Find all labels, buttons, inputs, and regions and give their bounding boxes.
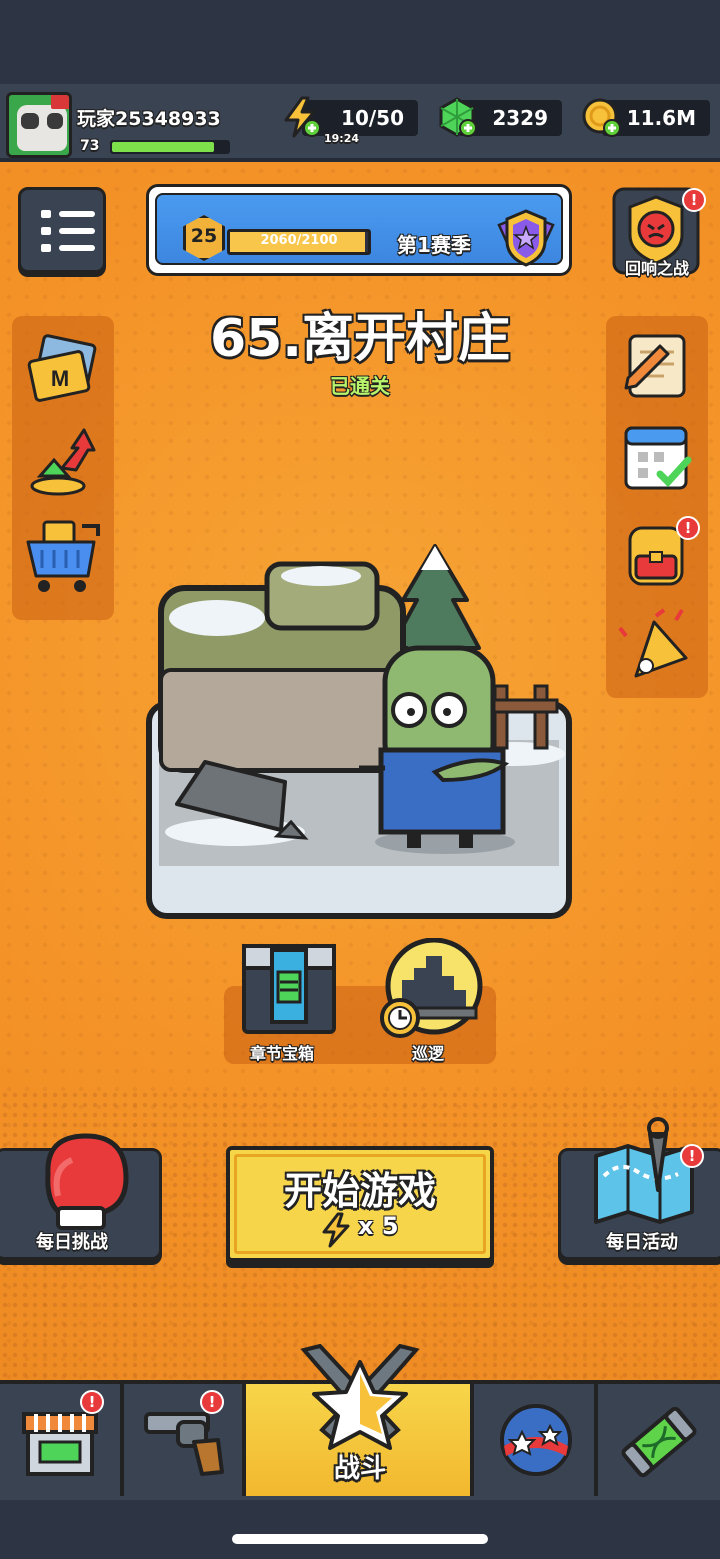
season-level: 25 [190, 225, 218, 247]
home-indicator[interactable] [232, 1534, 488, 1544]
cat-avatar-icon [17, 105, 67, 151]
calendar-check-icon[interactable] [616, 416, 698, 498]
star-shield-icon [497, 209, 555, 267]
nav-genes[interactable] [598, 1384, 720, 1496]
patrol-label: 巡逻 [412, 1044, 445, 1063]
dna-capsule-icon [621, 1406, 697, 1478]
chapter-chest-label: 章节宝箱 [250, 1044, 315, 1063]
stage-scene[interactable] [145, 540, 573, 920]
nav-weapons[interactable] [124, 1384, 246, 1496]
patrol-icon[interactable] [378, 938, 486, 1040]
echo-battle-badge: ! [682, 188, 706, 212]
nav-weapons-badge: ! [200, 1390, 224, 1414]
backpack-badge: ! [676, 516, 700, 540]
gem-icon [439, 97, 477, 137]
shop-icon [22, 1412, 98, 1476]
nav-battle-label: 战斗 [333, 1454, 386, 1484]
bottom-safe-area [0, 1500, 720, 1559]
coin-icon [582, 98, 621, 137]
system-status-bar [0, 0, 720, 84]
energy-value: 10/50 [341, 106, 404, 130]
boxing-glove-icon [45, 1133, 129, 1230]
start-game-label: 开始游戏 [283, 1169, 436, 1213]
menu-line [59, 228, 95, 234]
player-xp-fill [112, 142, 215, 152]
menu-line [59, 245, 95, 251]
chapter-chest-icon[interactable] [240, 942, 338, 1038]
season-pass-panel[interactable]: 25 2060/2100 第1赛季 [146, 184, 572, 276]
energy-timer: 19:24 [324, 132, 360, 145]
star-crossed-swords-icon [300, 1344, 420, 1450]
growth-fund-icon[interactable] [22, 420, 104, 502]
star-orb-icon [500, 1404, 572, 1476]
season-xp-text: 2060/2100 [260, 233, 338, 248]
menu-button[interactable] [18, 187, 106, 273]
season-label: 第1赛季 [397, 233, 471, 257]
avatar[interactable] [6, 92, 72, 158]
echo-battle-label: 回响之战 [624, 259, 689, 278]
start-cost: x 5 [358, 1212, 399, 1240]
lightning-icon [284, 96, 321, 138]
menu-line [59, 211, 95, 217]
daily-challenge-label: 每日挑战 [36, 1232, 108, 1253]
player-name: 玩家25348933 [77, 108, 221, 130]
party-horn-icon[interactable] [616, 606, 698, 688]
player-xp-bar [110, 140, 230, 154]
menu-dot [41, 227, 51, 235]
nav-shop-badge: ! [80, 1390, 104, 1414]
gem-value: 2329 [492, 106, 548, 130]
stage-status: 已通关 [330, 374, 390, 398]
daily-event-badge: ! [680, 1144, 704, 1168]
stage-title: 65.离开村庄 [209, 309, 511, 369]
menu-dot [41, 244, 51, 252]
nav-talents[interactable] [474, 1384, 598, 1496]
coin-value: 11.6M [626, 106, 696, 130]
treasure-map-icon [594, 1117, 694, 1224]
daily-event-label: 每日活动 [606, 1232, 678, 1253]
santa-hat-icon [51, 95, 69, 109]
shop-cart-icon[interactable] [22, 514, 104, 596]
player-level: 73 [80, 138, 100, 154]
revolver-icon [144, 1412, 224, 1476]
season-pass-inner: 25 2060/2100 第1赛季 [155, 193, 563, 267]
nav-shop[interactable] [0, 1384, 124, 1496]
lightning-icon [322, 1212, 350, 1248]
menu-list-icon [41, 210, 51, 218]
